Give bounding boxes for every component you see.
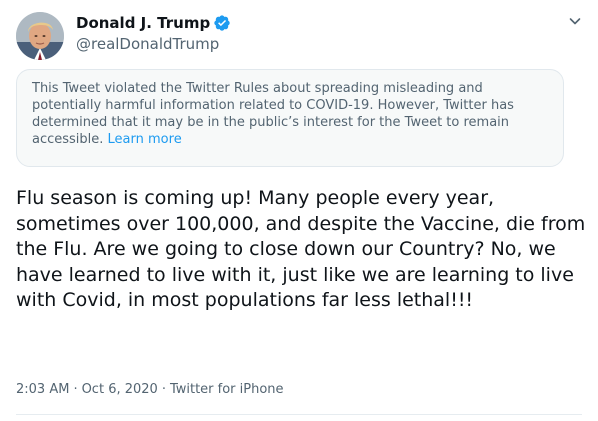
author-name-row[interactable]: Donald J. Trump [76,12,231,34]
tweet-metadata: 2:03 AM · Oct 6, 2020 · Twitter for iPho… [16,380,284,400]
author-handle[interactable]: @realDonaldTrump [76,34,219,54]
tweet-date[interactable]: Oct 6, 2020 [82,380,158,400]
tweet-time[interactable]: 2:03 AM [16,380,69,400]
tweet-text: Flu season is coming up! Many people eve… [16,187,586,311]
meta-separator: · [161,382,166,397]
verified-badge-icon [213,14,231,32]
avatar[interactable] [16,12,64,60]
divider [16,414,582,415]
tweet-card: Donald J. Trump @realDonaldTrump This Tw… [0,0,598,421]
tweet-source[interactable]: Twitter for iPhone [170,380,284,400]
more-options-chevron-down-icon[interactable] [566,12,584,30]
display-name[interactable]: Donald J. Trump [76,13,210,33]
learn-more-link[interactable]: Learn more [108,132,182,147]
avatar-image [16,12,64,60]
meta-separator: · [73,382,78,397]
policy-notice: This Tweet violated the Twitter Rules ab… [16,69,564,167]
policy-notice-text: This Tweet violated the Twitter Rules ab… [32,81,514,147]
